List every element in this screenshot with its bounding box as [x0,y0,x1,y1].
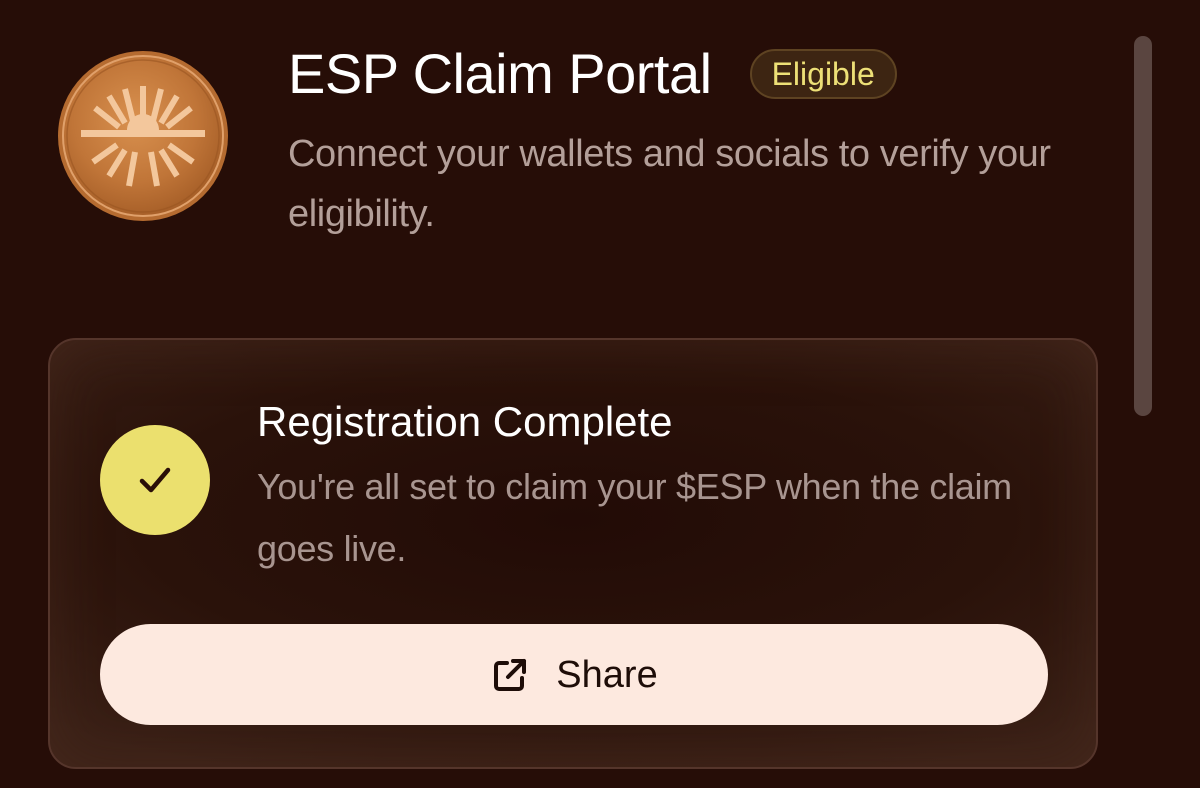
card-title: Registration Complete [257,398,673,445]
header-title-row: ESP Claim Portal Eligible [288,40,897,108]
external-link-icon [490,655,530,695]
registration-complete-indicator [100,425,210,535]
page-subtitle: Connect your wallets and socials to veri… [288,133,1051,235]
claim-portal-page: ESP Claim Portal Eligible Connect your w… [0,0,1200,788]
registration-status-card: Registration Complete You're all set to … [48,338,1098,769]
scrollbar-thumb[interactable] [1134,36,1152,416]
checkmark-icon [139,467,171,493]
esp-coin-logo [57,50,229,222]
share-button[interactable]: Share [100,624,1048,725]
sunburst-coin-icon [58,51,228,221]
eligibility-status-badge: Eligible [749,49,897,99]
page-title: ESP Claim Portal [288,42,712,105]
card-description: You're all set to claim your $ESP when t… [257,466,1012,569]
share-button-label: Share [556,653,658,696]
